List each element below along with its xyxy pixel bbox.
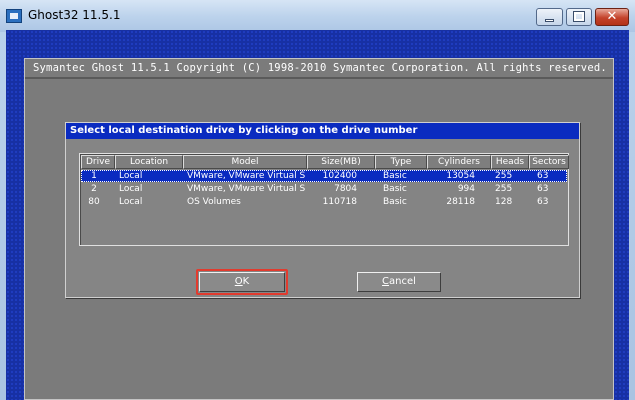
drive-row-2[interactable]: 2 Local VMware, VMware Virtual S 7804 Ba… xyxy=(81,183,567,195)
ghost-app-icon xyxy=(6,9,22,23)
ok-button-highlight xyxy=(196,269,288,295)
copyright-text: Symantec Ghost 11.5.1 Copyright (C) 1998… xyxy=(33,62,607,74)
drive-table-header: Drive Location Model Size(MB) Type Cylin… xyxy=(81,155,569,169)
column-header-cylinders[interactable]: Cylinders xyxy=(427,155,491,169)
cell-heads: 255 xyxy=(495,184,513,194)
cell-location: Local xyxy=(119,184,143,194)
cell-sectors: 63 xyxy=(537,171,549,181)
cell-type: Basic xyxy=(383,171,407,181)
cancel-button[interactable]: Cancel xyxy=(357,272,441,292)
column-header-size[interactable]: Size(MB) xyxy=(307,155,375,169)
column-header-sectors[interactable]: Sectors xyxy=(529,155,569,169)
drive-row-80[interactable]: 80 Local OS Volumes 110718 Basic 28118 1… xyxy=(81,196,567,208)
column-header-type[interactable]: Type xyxy=(375,155,427,169)
column-header-heads[interactable]: Heads xyxy=(491,155,529,169)
cell-cylinders: 28118 xyxy=(446,197,475,207)
cell-location: Local xyxy=(119,197,143,207)
cell-drive: 1 xyxy=(91,171,97,181)
cell-sectors: 63 xyxy=(537,184,549,194)
ghost-header-bar: Symantec Ghost 11.5.1 Copyright (C) 1998… xyxy=(25,59,613,79)
drive-table: Drive Location Model Size(MB) Type Cylin… xyxy=(79,153,569,246)
cancel-mnemonic: C xyxy=(382,276,390,287)
maximize-button[interactable] xyxy=(566,8,592,26)
close-icon: ✕ xyxy=(606,9,618,24)
cell-size: 102400 xyxy=(322,171,357,181)
cell-sectors: 63 xyxy=(537,197,549,207)
cell-model: OS Volumes xyxy=(187,197,241,207)
window-title: Ghost32 11.5.1 xyxy=(28,8,121,22)
column-header-model[interactable]: Model xyxy=(183,155,307,169)
cell-model: VMware, VMware Virtual S xyxy=(187,171,305,181)
select-destination-dialog: Select local destination drive by clicki… xyxy=(65,122,580,298)
dialog-title: Select local destination drive by clicki… xyxy=(66,123,579,139)
cell-drive: 80 xyxy=(88,197,100,207)
cell-drive: 2 xyxy=(91,184,97,194)
cell-size: 110718 xyxy=(322,197,357,207)
cell-location: Local xyxy=(119,171,143,181)
title-bar[interactable]: Ghost32 11.5.1 ✕ xyxy=(0,0,635,32)
cell-size: 7804 xyxy=(334,184,357,194)
close-button[interactable]: ✕ xyxy=(595,8,629,26)
column-header-location[interactable]: Location xyxy=(115,155,183,169)
cell-cylinders: 13054 xyxy=(446,171,475,181)
cell-heads: 128 xyxy=(495,197,513,207)
cell-cylinders: 994 xyxy=(457,184,475,194)
minimize-button[interactable] xyxy=(536,8,563,26)
cell-model: VMware, VMware Virtual S xyxy=(187,184,305,194)
cell-heads: 255 xyxy=(495,171,513,181)
cancel-label: ancel xyxy=(389,276,416,287)
column-header-drive[interactable]: Drive xyxy=(81,155,115,169)
minimize-icon xyxy=(545,19,554,22)
drive-row-1[interactable]: 1 Local VMware, VMware Virtual S 102400 … xyxy=(81,170,567,182)
maximize-icon xyxy=(573,11,585,22)
cell-type: Basic xyxy=(383,197,407,207)
cell-type: Basic xyxy=(383,184,407,194)
